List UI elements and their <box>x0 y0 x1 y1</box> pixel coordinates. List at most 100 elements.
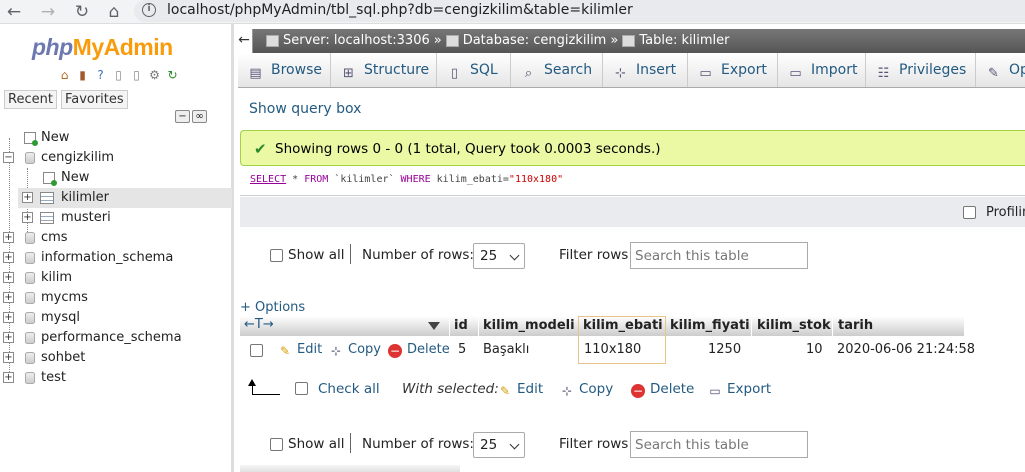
docs-icon[interactable]: ▯ <box>111 68 126 83</box>
tab-sql[interactable]: ▯ SQL <box>437 53 511 87</box>
expand-icon[interactable]: + <box>3 332 14 343</box>
tree-item-kilimler[interactable]: + kilimler <box>18 188 232 208</box>
tab-operations[interactable]: ✎ Op <box>976 53 1025 87</box>
row-delete-button[interactable]: − Delete <box>388 342 450 358</box>
show-all-checkbox[interactable] <box>270 438 283 451</box>
show-query-box-link[interactable]: Show query box <box>249 101 361 117</box>
tab-favorites[interactable]: Favorites <box>60 90 128 109</box>
database-icon <box>25 272 35 284</box>
column-header-kilim-stok[interactable]: kilim_stok <box>757 318 831 333</box>
cell-kilim-modeli[interactable]: Başaklı <box>483 342 529 357</box>
collapse-all-icon[interactable]: − <box>175 110 190 123</box>
tab-browse[interactable]: ▤ Browse <box>238 53 331 87</box>
phpmyadmin-logo[interactable]: phpMyAdmin <box>32 34 173 61</box>
sql-docs-icon[interactable]: ▯ <box>129 68 144 83</box>
reload-navigation-icon[interactable]: ↻ <box>165 68 180 83</box>
info-icon[interactable]: i <box>142 3 156 17</box>
profiling-checkbox[interactable] <box>963 206 976 219</box>
expand-icon[interactable]: + <box>22 192 33 203</box>
cell-tarih[interactable]: 2020-06-06 21:24:58 <box>837 342 975 357</box>
tab-recent[interactable]: Recent <box>4 90 57 109</box>
breadcrumb-server[interactable]: Server: localhost:3306 <box>283 33 430 48</box>
expand-icon[interactable]: + <box>3 292 14 303</box>
sql-keyword-select[interactable]: SELECT <box>250 174 286 185</box>
column-header-id[interactable]: id <box>454 318 468 333</box>
tree-item-musteri[interactable]: + musteri <box>18 208 232 228</box>
column-header-kilim-modeli[interactable]: kilim_modeli <box>483 318 575 333</box>
expand-icon[interactable]: + <box>3 352 14 363</box>
tree-item-database[interactable]: + information_schema <box>0 248 234 268</box>
back-arrow-icon[interactable]: ← <box>4 2 24 22</box>
number-of-rows-select[interactable]: 25 <box>473 243 525 269</box>
tree-item-new[interactable]: New <box>0 128 234 148</box>
logout-icon[interactable]: ▮ <box>75 68 90 83</box>
bulk-copy-button[interactable]: ⊹ Copy <box>560 381 613 398</box>
filter-rows-label: Filter rows: <box>559 436 633 452</box>
expand-icon[interactable]: + <box>3 232 14 243</box>
column-header-tarih[interactable]: tarih <box>838 318 873 333</box>
tree-item-database[interactable]: + performance_schema <box>0 328 234 348</box>
profiling-label: Profilin <box>986 205 1025 220</box>
tree-item-database[interactable]: + mysql <box>0 308 234 328</box>
breadcrumb-database[interactable]: Database: cengizkilim <box>463 33 607 48</box>
cell-kilim-fiyati[interactable]: 1250 <box>708 342 741 357</box>
show-all-checkbox[interactable] <box>270 249 283 262</box>
row-checkbox[interactable] <box>250 344 263 357</box>
check-all-checkbox[interactable] <box>295 382 308 395</box>
cell-id[interactable]: 5 <box>458 342 466 357</box>
expand-icon[interactable]: + <box>3 372 14 383</box>
check-all-label[interactable]: Check all <box>318 381 380 397</box>
tab-insert[interactable]: ⊹ Insert <box>603 53 688 87</box>
sql-icon: ▯ <box>450 66 459 81</box>
tree-item-db-new[interactable]: New <box>0 168 234 188</box>
expand-icon[interactable]: + <box>3 252 14 263</box>
tab-structure[interactable]: ⊞ Structure <box>331 53 437 87</box>
link-with-main-icon[interactable]: ∞ <box>192 110 207 123</box>
quick-links: ⌂ ▮ ? ▯ ▯ ⚙ ↻ <box>57 68 180 84</box>
bulk-delete-button[interactable]: − Delete <box>631 381 694 398</box>
tree-item-database[interactable]: + mycms <box>0 288 234 308</box>
tree-item-database[interactable]: + cms <box>0 228 234 248</box>
collapse-icon[interactable]: − <box>3 152 14 163</box>
expand-icon[interactable]: + <box>3 312 14 323</box>
bulk-export-button[interactable]: ▭ Export <box>708 381 771 398</box>
select-arrow-icon <box>248 379 280 395</box>
reload-icon[interactable]: ↻ <box>72 2 92 22</box>
tree-item-database[interactable]: + test <box>0 368 234 388</box>
query-results-operations-edge <box>240 465 460 472</box>
address-bar[interactable]: i localhost/phpMyAdmin/tbl_sql.php?db=ce… <box>134 0 1025 22</box>
options-link[interactable]: + Options <box>240 300 305 315</box>
help-icon[interactable]: ? <box>93 68 108 83</box>
tab-privileges[interactable]: ☷ Privileges <box>866 53 976 87</box>
expand-icon[interactable]: + <box>22 212 33 223</box>
bulk-edit-button[interactable]: ✎ Edit <box>498 381 543 398</box>
breadcrumb-table[interactable]: Table: kilimler <box>639 33 729 48</box>
tree-item-database[interactable]: + kilim <box>0 268 234 288</box>
settings-gear-icon[interactable]: ⚙ <box>147 68 162 83</box>
pencil-icon: ✎ <box>279 344 291 358</box>
expand-icon[interactable]: + <box>3 272 14 283</box>
breadcrumb-separator: » <box>610 33 619 48</box>
export-icon: ▭ <box>699 66 712 81</box>
database-icon <box>25 352 35 364</box>
sort-dropdown-icon[interactable] <box>428 322 440 330</box>
cell-kilim-stok[interactable]: 10 <box>806 342 823 357</box>
tree-item-database[interactable]: + sohbet <box>0 348 234 368</box>
cell-kilim-ebati[interactable]: 110x180 <box>584 342 641 357</box>
tree-item-cengizkilim[interactable]: − cengizkilim <box>0 148 234 168</box>
delete-icon: − <box>388 344 402 358</box>
row-copy-button[interactable]: ⊹ Copy <box>329 342 381 358</box>
filter-rows-input[interactable]: Search this table <box>630 431 808 458</box>
filter-rows-input[interactable]: Search this table <box>630 242 808 269</box>
collapse-panel-arrow-icon[interactable]: ← <box>236 29 253 53</box>
column-header-kilim-fiyati[interactable]: kilim_fiyati <box>670 318 750 333</box>
row-edit-button[interactable]: ✎ Edit <box>278 342 322 358</box>
tab-export[interactable]: ▭ Export <box>688 53 778 87</box>
tab-search[interactable]: ⌕ Search <box>511 53 603 87</box>
home-icon[interactable]: ⌂ <box>104 2 124 22</box>
home-icon[interactable]: ⌂ <box>57 68 72 83</box>
tab-import[interactable]: ▭ Import <box>778 53 866 87</box>
column-resize-arrows[interactable]: ←T→ <box>244 317 274 332</box>
forward-arrow-icon[interactable]: → <box>38 2 58 22</box>
number-of-rows-select[interactable]: 25 <box>473 432 525 458</box>
